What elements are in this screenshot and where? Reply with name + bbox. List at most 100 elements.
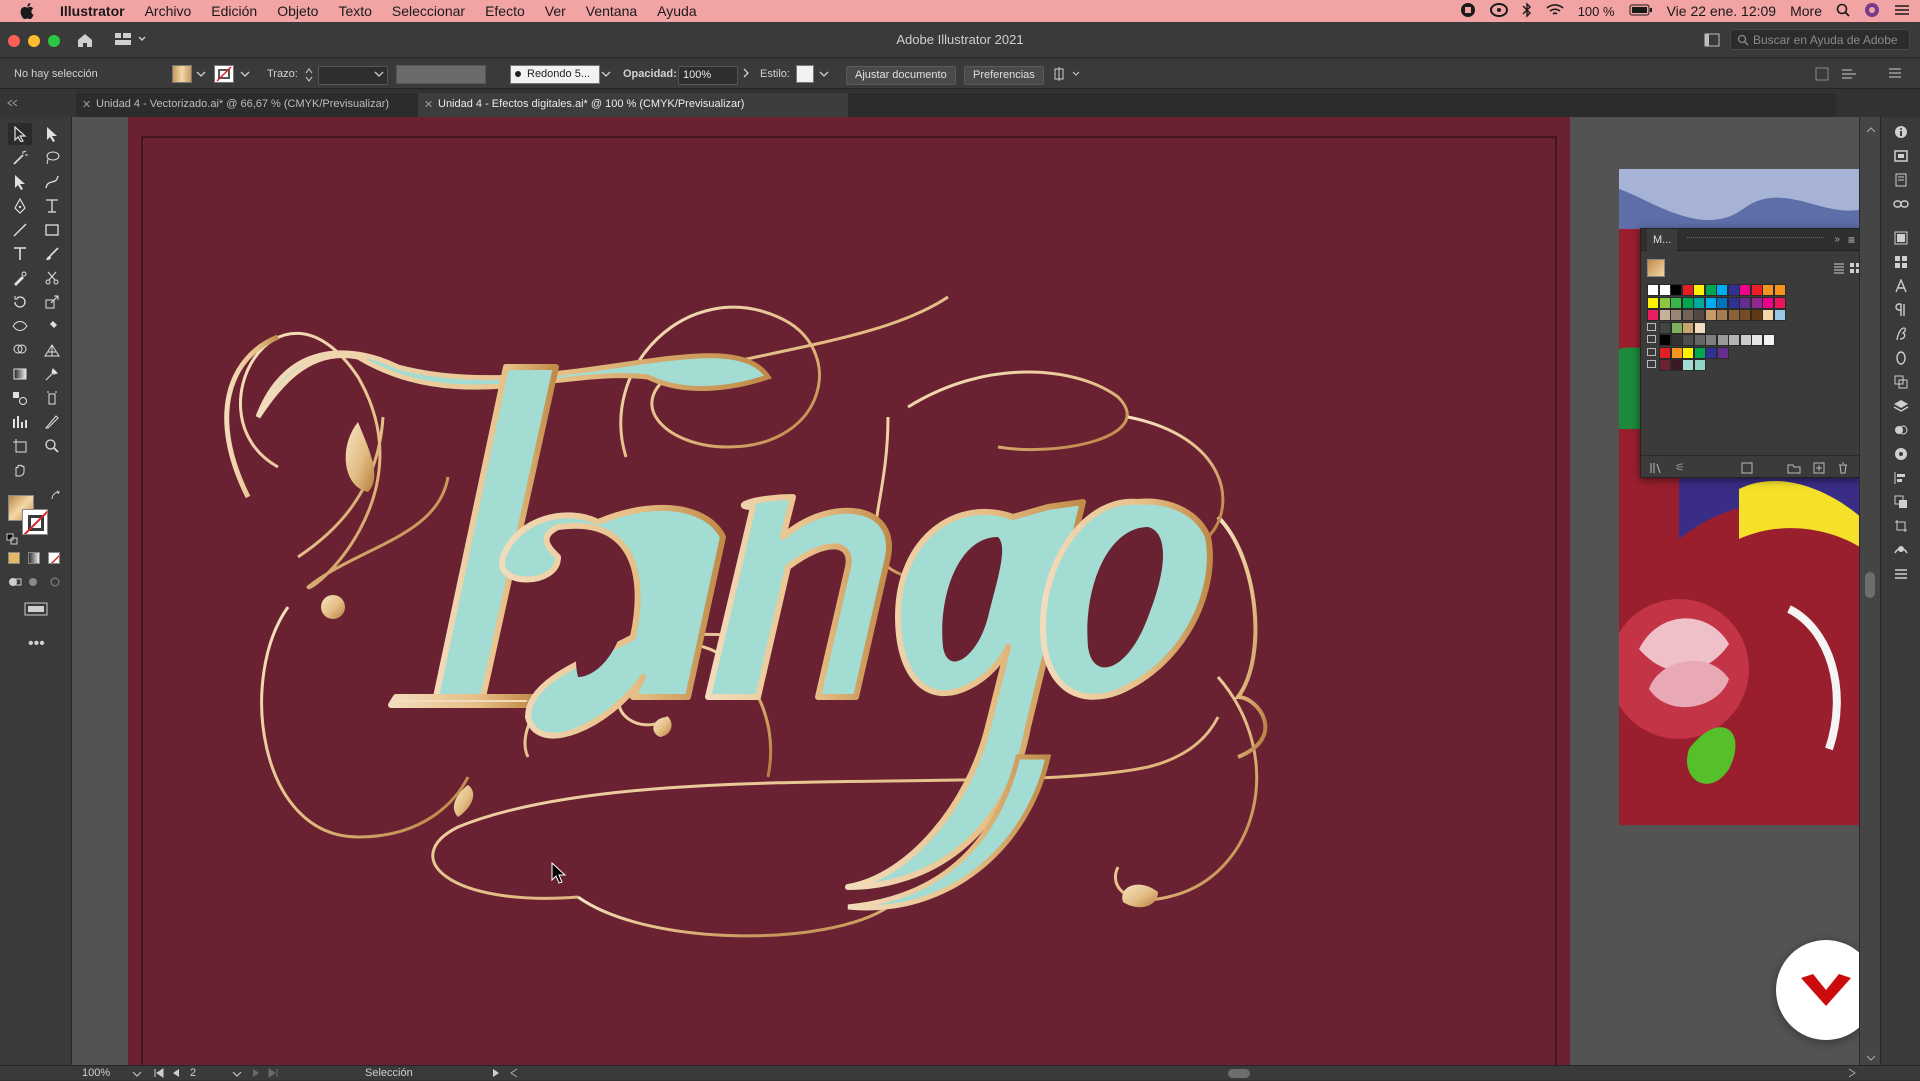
- line-segment-tool[interactable]: [8, 219, 32, 241]
- menu-texto[interactable]: Texto: [338, 3, 371, 19]
- color-swatch[interactable]: [1750, 309, 1763, 321]
- color-swatch[interactable]: [1693, 309, 1705, 321]
- color-swatch[interactable]: [1670, 346, 1683, 359]
- menu-efecto[interactable]: Efecto: [485, 3, 525, 19]
- color-swatch[interactable]: [1682, 346, 1694, 359]
- color-swatch[interactable]: [1647, 284, 1659, 296]
- siri-icon[interactable]: [1864, 2, 1880, 21]
- menu-objeto[interactable]: Objeto: [277, 3, 318, 19]
- color-swatch[interactable]: [1727, 296, 1740, 309]
- color-swatch[interactable]: [1705, 346, 1717, 359]
- scroll-up-arrow-icon[interactable]: [1866, 121, 1876, 139]
- color-swatch[interactable]: [1728, 334, 1740, 346]
- color-swatch[interactable]: [1693, 359, 1706, 371]
- clock[interactable]: Vie 22 ene. 12:09: [1667, 3, 1777, 19]
- current-tool-status[interactable]: Selección: [365, 1067, 413, 1079]
- color-swatch[interactable]: [1704, 284, 1717, 296]
- stroke-weight-stepper[interactable]: [304, 66, 314, 87]
- color-swatch[interactable]: [1750, 284, 1763, 296]
- wifi-icon[interactable]: [1546, 3, 1564, 20]
- color-swatch[interactable]: [1693, 334, 1706, 346]
- color-swatch[interactable]: [1739, 309, 1751, 321]
- spotlight-icon[interactable]: [1836, 3, 1850, 20]
- properties-panel-icon[interactable]: [1891, 123, 1911, 141]
- preferences-button[interactable]: Preferencias: [964, 66, 1044, 85]
- color-swatch[interactable]: [1704, 309, 1717, 321]
- appearance-panel-icon[interactable]: [1891, 421, 1911, 439]
- hand-tool[interactable]: [8, 459, 32, 481]
- glyphs-panel-icon[interactable]: [1891, 325, 1911, 343]
- color-swatch[interactable]: [1762, 309, 1774, 321]
- opentype-panel-icon[interactable]: [1891, 349, 1911, 367]
- color-swatch[interactable]: [1659, 346, 1671, 359]
- stroke-dropdown-icon[interactable]: [240, 69, 250, 81]
- color-swatch[interactable]: [1681, 309, 1694, 321]
- color-swatch[interactable]: [1658, 284, 1671, 296]
- color-swatch[interactable]: [1670, 321, 1683, 334]
- color-swatch[interactable]: [1773, 284, 1786, 296]
- artboard-dropdown-icon[interactable]: [232, 1069, 242, 1081]
- fill-stroke-indicator[interactable]: [1647, 259, 1665, 277]
- stroke-panel-icon[interactable]: [1891, 565, 1911, 583]
- new-color-group-icon[interactable]: [1787, 461, 1801, 479]
- edit-toolbar-icon[interactable]: •••: [28, 635, 45, 653]
- list-view-icon[interactable]: [1833, 261, 1845, 279]
- color-swatch[interactable]: [1658, 309, 1671, 321]
- transform-panel-icon[interactable]: [1891, 493, 1911, 511]
- color-swatch[interactable]: [1773, 309, 1786, 321]
- collapse-panel-icon[interactable]: »: [1834, 234, 1840, 245]
- first-artboard-icon[interactable]: [154, 1068, 164, 1081]
- gradient-tool[interactable]: [8, 363, 32, 385]
- align-options-icon[interactable]: [1054, 67, 1082, 84]
- color-swatch[interactable]: [1693, 296, 1705, 309]
- previous-artboard-icon[interactable]: [172, 1068, 180, 1081]
- new-swatch-icon[interactable]: [1813, 461, 1825, 479]
- battery-icon[interactable]: [1629, 3, 1653, 19]
- color-swatch[interactable]: [1647, 309, 1659, 321]
- tango-lettering-artwork[interactable]: [128, 117, 1570, 1065]
- rectangle-tool[interactable]: [40, 219, 64, 241]
- gradient-panel-icon[interactable]: [1891, 229, 1911, 247]
- artboard-number[interactable]: 2: [190, 1067, 196, 1079]
- close-tab-icon[interactable]: ✕: [424, 98, 433, 111]
- menu-ventana[interactable]: Ventana: [586, 3, 637, 19]
- color-swatch[interactable]: [1762, 296, 1774, 309]
- menu-app[interactable]: Illustrator: [60, 3, 125, 19]
- color-swatch[interactable]: [1751, 334, 1763, 346]
- artboards-panel-icon[interactable]: [1891, 517, 1911, 535]
- shape-builder-tool[interactable]: [8, 339, 32, 361]
- color-swatch[interactable]: [1762, 334, 1775, 346]
- collapse-panels-icon[interactable]: [6, 94, 18, 112]
- default-fill-stroke-icon[interactable]: [6, 532, 18, 550]
- swap-fill-stroke-icon[interactable]: [50, 489, 62, 507]
- color-mode-icon[interactable]: [8, 552, 20, 564]
- color-swatch[interactable]: [1670, 309, 1682, 321]
- color-swatch[interactable]: [1716, 284, 1728, 296]
- gradient-mode-icon[interactable]: [28, 552, 40, 564]
- color-group-folder-icon[interactable]: [1647, 335, 1656, 343]
- column-graph-tool[interactable]: [8, 411, 32, 433]
- color-group-folder-icon[interactable]: [1647, 322, 1656, 331]
- menu-edicion[interactable]: Edición: [211, 3, 257, 19]
- color-swatch[interactable]: [1682, 359, 1694, 371]
- scale-tool[interactable]: [40, 291, 64, 313]
- perspective-grid-tool[interactable]: [40, 339, 64, 361]
- menu-ayuda[interactable]: Ayuda: [657, 3, 696, 19]
- horizontal-scroll-thumb[interactable]: [1228, 1069, 1250, 1078]
- color-swatch[interactable]: [1670, 284, 1682, 296]
- direct-select-alt-tool[interactable]: [8, 171, 32, 193]
- paintbrush-tool[interactable]: [40, 243, 64, 265]
- stroke-swatch[interactable]: [214, 65, 234, 83]
- color-swatch[interactable]: [1658, 296, 1671, 309]
- swatch-options-icon[interactable]: [1741, 461, 1753, 479]
- libraries-panel-icon[interactable]: [1891, 147, 1911, 165]
- arrange-documents-icon[interactable]: [1815, 67, 1829, 84]
- align-panel-icon[interactable]: [1891, 469, 1911, 487]
- curvature-tool[interactable]: [40, 171, 64, 193]
- scroll-thumb[interactable]: [1865, 572, 1875, 598]
- status-menu-arrow-icon[interactable]: [492, 1068, 500, 1081]
- layers-alt-icon[interactable]: [1891, 171, 1911, 189]
- links-panel-icon[interactable]: [1891, 195, 1911, 213]
- delete-swatch-icon[interactable]: [1837, 461, 1849, 479]
- screen-mode-icon[interactable]: [24, 601, 48, 622]
